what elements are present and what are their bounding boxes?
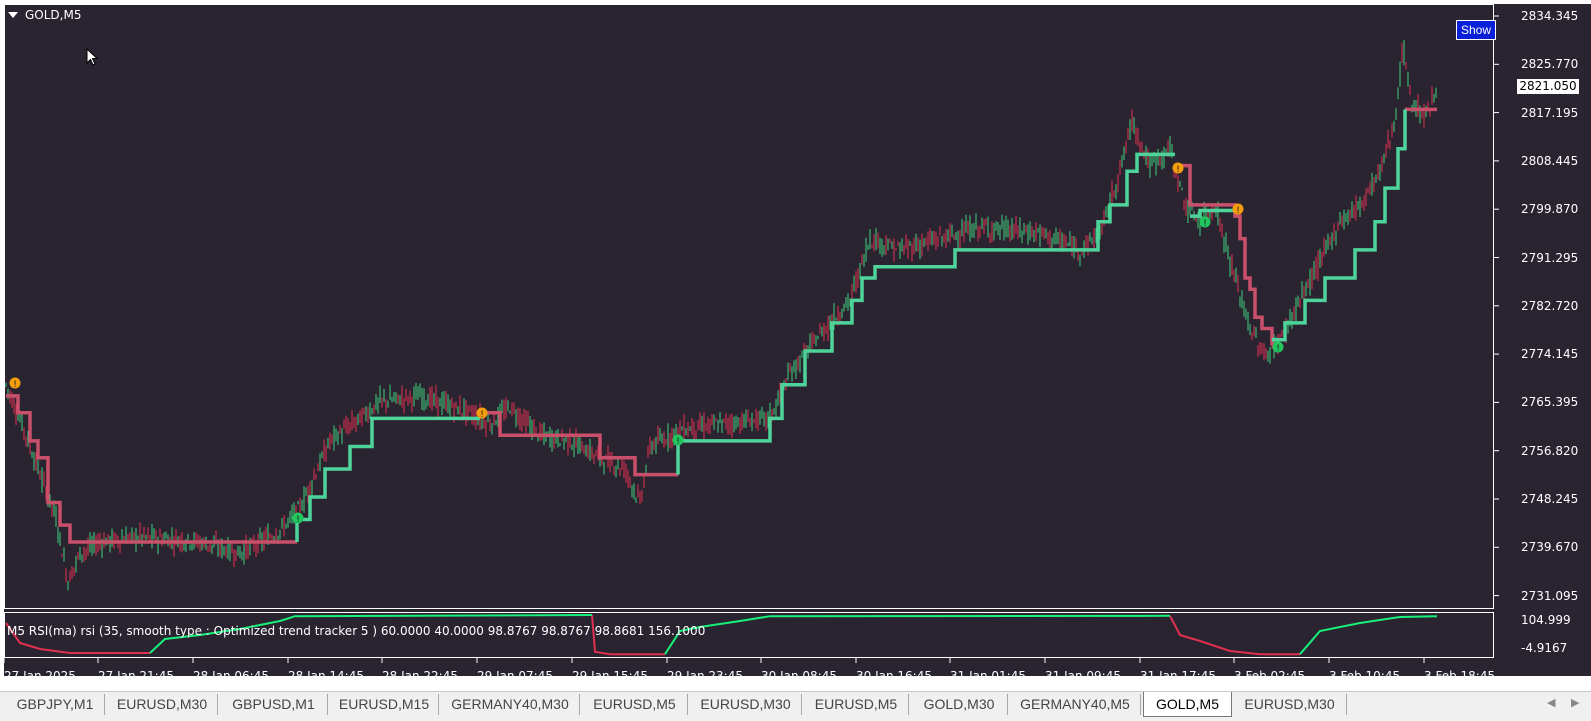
indicator-down-line — [1169, 615, 1300, 656]
signal-glyph: ! — [1276, 344, 1280, 354]
time-tick-label: 28 Jan 22:45 — [382, 669, 458, 683]
tab-gold-m5[interactable]: GOLD,M5 — [1143, 692, 1232, 717]
signal-glyph: ! — [1203, 219, 1207, 229]
indicator-up-line — [664, 614, 1171, 655]
signal-glyph: ! — [676, 437, 680, 447]
time-tick-label: 3 Feb 02:45 — [1234, 669, 1306, 683]
time-tick-label: 30 Jan 16:45 — [856, 669, 932, 683]
tab-germany40-m5[interactable]: GERMANY40,M5 — [1010, 694, 1141, 715]
price-tick-label: 2791.295 — [1521, 250, 1579, 265]
signal-glyph: ! — [1236, 206, 1240, 216]
price-tick-label: 2739.670 — [1521, 540, 1579, 555]
price-tick-label: 2808.445 — [1521, 153, 1579, 168]
candlesticks — [5, 40, 1437, 591]
price-axis-ticks — [1494, 15, 1499, 597]
tab-gold-m30[interactable]: GOLD,M30 — [911, 694, 1008, 715]
time-tick-label: 28 Jan 06:45 — [193, 669, 269, 683]
down-trend-line — [1175, 163, 1274, 346]
time-tick-label: 29 Jan 15:45 — [572, 669, 648, 683]
indicator-title: M5 RSI(ma) rsi (35, smooth type : Optimi… — [7, 624, 706, 638]
indicator-up-line — [1299, 615, 1438, 655]
tab-eurusd-m15[interactable]: EURUSD,M15 — [330, 694, 439, 715]
up-trend-line — [676, 152, 1175, 475]
tab-scroll-left-icon[interactable]: ◀ — [1547, 696, 1555, 709]
price-tick-label: 2782.720 — [1521, 298, 1579, 313]
tab-scroll-right-icon[interactable]: ▶ — [1571, 696, 1579, 709]
tab-eurusd-m5[interactable]: EURUSD,M5 — [582, 694, 688, 715]
tab-eurusd-m30[interactable]: EURUSD,M30 — [107, 694, 218, 715]
down-trend-line — [6, 394, 297, 544]
time-tick-label: 29 Jan 07:45 — [477, 669, 553, 683]
price-tick-label: 2825.770 — [1521, 57, 1579, 72]
time-tick-label: 31 Jan 09:45 — [1045, 669, 1121, 683]
time-tick-label: 31 Jan 17:45 — [1140, 669, 1216, 683]
signal-glyph: ! — [1176, 165, 1180, 175]
price-tick-label: 2834.345 — [1521, 9, 1579, 23]
chart-title[interactable]: GOLD,M5 — [8, 8, 81, 22]
tab-eurusd-m30[interactable]: EURUSD,M30 — [690, 694, 802, 715]
time-tick-label: 27 Jan 2025 — [4, 669, 76, 683]
price-tick-label: 2748.245 — [1521, 492, 1579, 506]
trend-lines — [6, 107, 1437, 544]
time-tick-label: 28 Jan 14:45 — [288, 669, 364, 683]
time-axis-ticks — [3, 658, 1425, 663]
signal-glyph: ! — [480, 410, 484, 420]
mouse-pointer-icon — [86, 48, 99, 66]
show-button[interactable]: Show — [1456, 20, 1496, 40]
price-tick-label: 2731.095 — [1521, 588, 1579, 603]
chart-svg: !!!!!!!! — [3, 4, 1499, 663]
price-tick-label: 2756.820 — [1521, 443, 1579, 458]
indicator-scale-top: 104.999 — [1521, 613, 1571, 627]
tab-eurusd-m5[interactable]: EURUSD,M5 — [804, 694, 909, 715]
time-tick-label: 3 Feb 18:45 — [1424, 669, 1496, 683]
tab-eurusd-m30[interactable]: EURUSD,M30 — [1233, 694, 1347, 715]
price-tick-label: 2765.395 — [1521, 395, 1579, 410]
price-tick-label: 2799.870 — [1521, 202, 1579, 217]
price-tick-label: 2817.195 — [1521, 105, 1579, 120]
signal-glyph: ! — [13, 380, 17, 390]
chart-symbol-label: GOLD,M5 — [25, 8, 82, 22]
collapse-triangle-icon[interactable] — [8, 12, 18, 18]
signal-glyph: ! — [296, 515, 300, 525]
time-tick-label: 31 Jan 01:45 — [950, 669, 1026, 683]
time-tick-label: 29 Jan 23:45 — [667, 669, 743, 683]
down-trend-line — [480, 411, 678, 477]
indicator-scale-bottom: -4.9167 — [1521, 641, 1568, 655]
tab-gbpusd-m1[interactable]: GBPUSD,M1 — [220, 694, 328, 715]
time-tick-label: 3 Feb 10:45 — [1329, 669, 1401, 683]
price-tick-label: 2774.145 — [1521, 347, 1579, 362]
up-trend-line — [295, 416, 480, 542]
tab-gbpjpy-m1[interactable]: GBPJPY,M1 — [6, 694, 105, 715]
current-price-label: 2821.050 — [1517, 79, 1579, 94]
time-tick-label: 30 Jan 08:45 — [761, 669, 837, 683]
tab-germany40-m30[interactable]: GERMANY40,M30 — [441, 694, 580, 715]
chart-tab-bar: GBPJPY,M1 EURUSD,M30 GBPUSD,M1 EURUSD,M15 GE… — [0, 691, 1591, 721]
time-tick-label: 27 Jan 21:45 — [98, 669, 174, 683]
chart-border — [4, 4, 1494, 658]
